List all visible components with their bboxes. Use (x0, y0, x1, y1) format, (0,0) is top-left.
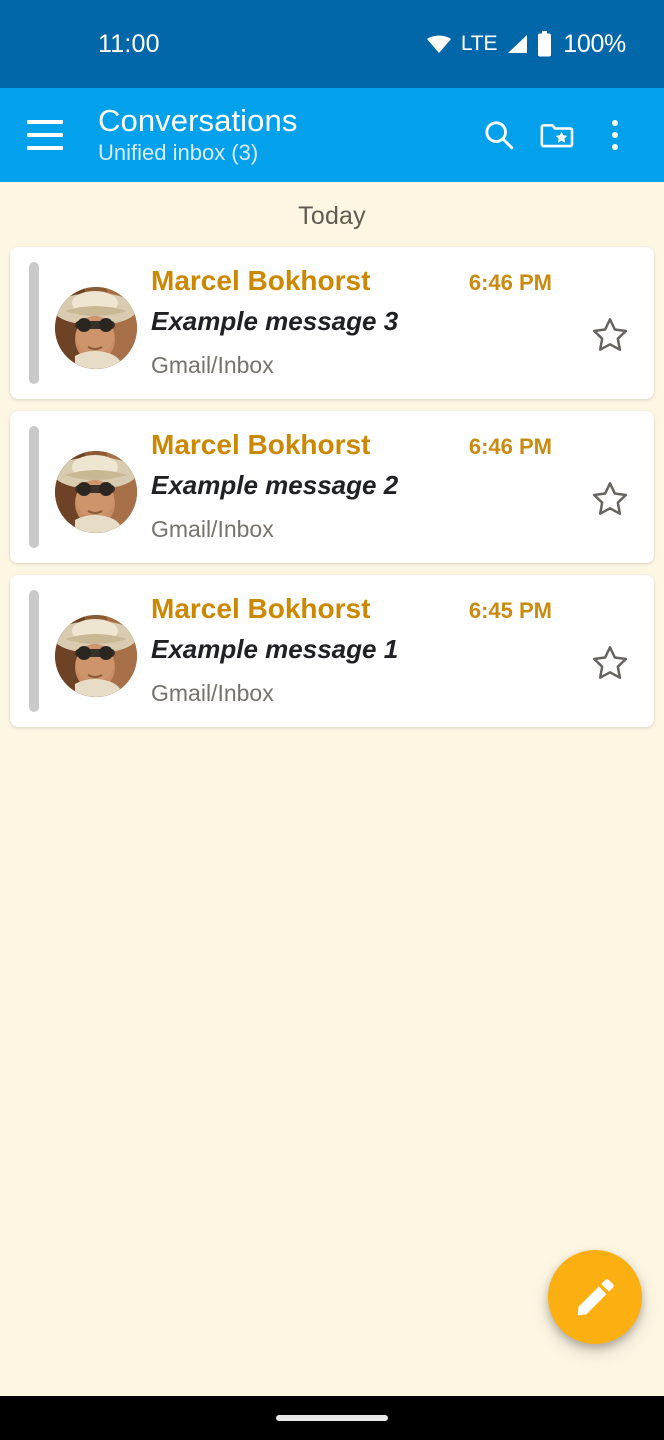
star-button[interactable] (566, 423, 654, 551)
unread-accent-bar (29, 262, 39, 384)
message-subject: Example message 3 (151, 306, 399, 336)
folders-button[interactable] (528, 106, 586, 164)
date-group-header: Today (298, 202, 366, 230)
folder-star-icon (540, 118, 574, 152)
compose-button[interactable] (548, 1250, 642, 1344)
avatar (55, 287, 137, 369)
message-folder: Gmail/Inbox (151, 515, 274, 542)
star-icon (590, 315, 630, 355)
star-icon (590, 643, 630, 683)
more-vertical-icon (612, 120, 618, 150)
sender-name: Marcel Bokhorst (151, 429, 371, 460)
toolbar-title-block: Conversations Unified inbox (3) (98, 104, 470, 165)
page-title: Conversations (98, 103, 298, 139)
conversation-row[interactable]: Marcel Bokhorst 6:45 PM Example message … (10, 575, 654, 727)
message-subject: Example message 2 (151, 470, 399, 500)
overflow-dot (612, 132, 618, 138)
battery-icon (537, 31, 552, 57)
unread-accent-bar (29, 426, 39, 548)
signal-icon (506, 34, 528, 54)
hamburger-bar (27, 120, 63, 124)
star-button[interactable] (566, 259, 654, 387)
status-bar-clock: 11:00 (98, 29, 160, 58)
star-icon (590, 479, 630, 519)
avatar (55, 451, 137, 533)
compose-pencil-icon (572, 1274, 618, 1320)
conversation-details: Marcel Bokhorst 6:46 PM Example message … (137, 259, 566, 387)
message-folder: Gmail/Inbox (151, 351, 274, 378)
gesture-handle[interactable] (276, 1415, 388, 1421)
sender-name: Marcel Bokhorst (151, 265, 371, 296)
message-time: 6:46 PM (468, 434, 552, 459)
search-button[interactable] (470, 106, 528, 164)
conversation-header-row: Marcel Bokhorst 6:46 PM (151, 427, 566, 462)
conversation-row[interactable]: Marcel Bokhorst 6:46 PM Example message … (10, 247, 654, 399)
app-toolbar: Conversations Unified inbox (3) (0, 88, 664, 182)
conversation-row[interactable]: Marcel Bokhorst 6:46 PM Example message … (10, 411, 654, 563)
hamburger-menu-icon[interactable] (18, 108, 72, 162)
sender-name: Marcel Bokhorst (151, 593, 371, 624)
conversation-details: Marcel Bokhorst 6:45 PM Example message … (137, 587, 566, 715)
message-time: 6:45 PM (468, 598, 552, 623)
avatar (55, 615, 137, 697)
message-time: 6:46 PM (468, 270, 552, 295)
toolbar-actions (470, 106, 644, 164)
conversation-details: Marcel Bokhorst 6:46 PM Example message … (137, 423, 566, 551)
conversation-header-row: Marcel Bokhorst 6:46 PM (151, 263, 566, 298)
overflow-menu-button[interactable] (586, 106, 644, 164)
page-subtitle: Unified inbox (3) (98, 140, 259, 166)
conversation-list: Today Marcel Bokhorst 6:46 PM Example me… (0, 182, 664, 1396)
overflow-dot (612, 120, 618, 126)
overflow-dot (612, 144, 618, 150)
unread-accent-bar (29, 590, 39, 712)
message-folder: Gmail/Inbox (151, 679, 274, 706)
search-icon (482, 118, 516, 152)
conversation-header-row: Marcel Bokhorst 6:45 PM (151, 591, 566, 626)
status-bar: 11:00 LTE 100% (0, 0, 664, 88)
wifi-icon (426, 34, 452, 54)
message-subject: Example message 1 (151, 634, 399, 664)
network-type-label: LTE (460, 32, 498, 55)
hamburger-bar (27, 146, 63, 150)
system-navigation-bar (0, 1396, 664, 1440)
battery-percent-label: 100% (563, 29, 626, 58)
star-button[interactable] (566, 587, 654, 715)
status-bar-indicators: LTE 100% (426, 30, 626, 59)
hamburger-bar (27, 133, 63, 137)
